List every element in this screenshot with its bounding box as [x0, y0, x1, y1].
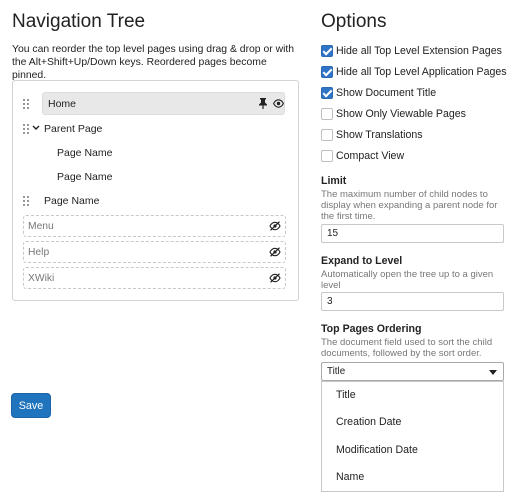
expand-level-help-text: Automatically open the tree up to a give… — [321, 269, 494, 291]
eye-slash-icon[interactable] — [269, 273, 281, 283]
navigation-tree-description: You can reorder the top level pages usin… — [12, 44, 295, 81]
tree-item-home-label: Home — [48, 98, 77, 110]
limit-help-text: The maximum number of child nodes to dis… — [321, 189, 498, 222]
eye-slash-icon[interactable] — [269, 221, 281, 231]
eye-slash-icon[interactable] — [269, 247, 281, 257]
tree-item-home[interactable]: Home — [42, 92, 285, 115]
checkbox-unchecked-icon[interactable] — [321, 108, 333, 120]
dropdown-option-modification-date[interactable]: Modification Date — [336, 444, 418, 456]
pin-icon[interactable] — [258, 98, 268, 109]
tree-item-hidden-label: Menu — [28, 221, 54, 232]
dropdown-option-title[interactable]: Title — [336, 389, 356, 401]
checkbox-checked-icon[interactable] — [321, 87, 333, 99]
expand-level-input[interactable]: 3 — [321, 292, 504, 311]
caret-down-icon[interactable] — [489, 370, 497, 375]
tree-item-page[interactable]: Page Name — [44, 190, 99, 212]
tree-item-hidden-label: XWiki — [28, 273, 55, 284]
checkbox-checked-icon[interactable] — [321, 45, 333, 57]
checkbox-unchecked-icon[interactable] — [321, 129, 333, 141]
checkbox-label: Hide all Top Level Application Pages — [336, 66, 507, 78]
drag-handle-icon[interactable] — [23, 196, 30, 206]
checkbox-label: Show Translations — [336, 129, 423, 141]
tree-item-child-page[interactable]: Page Name — [57, 142, 112, 164]
eye-icon[interactable] — [273, 99, 284, 108]
checkbox-label: Show Only Viewable Pages — [336, 108, 466, 120]
checkbox-label: Show Document Title — [336, 87, 437, 99]
chevron-down-icon[interactable] — [32, 125, 40, 131]
navigation-tree-title: Navigation Tree — [12, 11, 146, 32]
ordering-label: Top Pages Ordering — [321, 323, 422, 335]
expand-level-label: Expand to Level — [321, 255, 403, 267]
tree-item-child-page[interactable]: Page Name — [57, 166, 112, 188]
ordering-help-text: The document field used to sort the chil… — [321, 337, 493, 359]
checkbox-hide-extension-pages[interactable]: Hide all Top Level Extension Pages — [321, 44, 502, 58]
dropdown-option-name[interactable]: Name — [336, 471, 364, 483]
tree-item-parent-page[interactable]: Parent Page — [44, 118, 102, 140]
drag-handle-icon[interactable] — [23, 99, 30, 109]
ordering-selected-value: Title — [327, 366, 346, 377]
checkbox-hide-application-pages[interactable]: Hide all Top Level Application Pages — [321, 65, 507, 79]
checkbox-label: Compact View — [336, 150, 405, 162]
checkbox-show-translations[interactable]: Show Translations — [321, 128, 423, 142]
checkbox-unchecked-icon[interactable] — [321, 150, 333, 162]
checkbox-show-document-title[interactable]: Show Document Title — [321, 86, 436, 100]
checkbox-show-viewable-pages[interactable]: Show Only Viewable Pages — [321, 107, 466, 121]
checkbox-label: Hide all Top Level Extension Pages — [336, 45, 502, 57]
drag-handle-icon[interactable] — [23, 124, 30, 134]
tree-item-hidden-label: Help — [28, 247, 50, 258]
options-title: Options — [321, 11, 387, 32]
ordering-dropdown-list: Title Creation Date Modification Date Na… — [321, 381, 504, 492]
checkbox-compact-view[interactable]: Compact View — [321, 149, 404, 163]
dropdown-option-creation-date[interactable]: Creation Date — [336, 416, 401, 428]
limit-label: Limit — [321, 175, 347, 187]
tree-item-hidden-xwiki[interactable]: XWiki — [23, 267, 286, 289]
save-button[interactable]: Save — [11, 393, 51, 418]
checkbox-checked-icon[interactable] — [321, 66, 333, 78]
tree-item-hidden-menu[interactable]: Menu — [23, 215, 286, 237]
limit-input[interactable]: 15 — [321, 224, 504, 243]
ordering-select[interactable]: Title — [321, 362, 504, 381]
tree-item-hidden-help[interactable]: Help — [23, 241, 286, 263]
